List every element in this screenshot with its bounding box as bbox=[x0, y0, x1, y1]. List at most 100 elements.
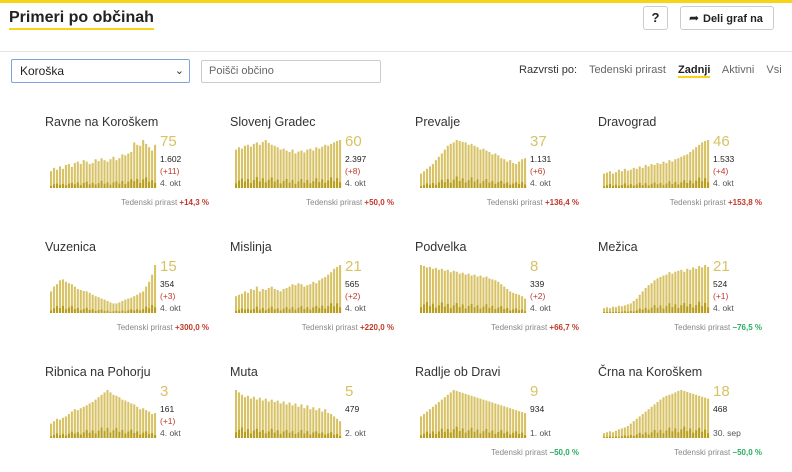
sparkline-new-cases-bar bbox=[605, 311, 609, 313]
sparkline-new-cases-bar bbox=[294, 309, 297, 313]
sparkline-new-cases-bar bbox=[632, 185, 635, 188]
municipality-card[interactable]: Podvelka 8 339 (+2) 4. okt Tedenski prirast +… bbox=[415, 240, 595, 355]
sparkline-new-cases-bar bbox=[79, 310, 82, 313]
sparkline-new-cases-bar bbox=[300, 306, 303, 313]
sparkline-new-cases-bar bbox=[288, 309, 291, 313]
sort-option-weekly[interactable]: Tedenski prirast bbox=[589, 64, 666, 76]
sparkline-bar bbox=[235, 149, 238, 188]
sparkline-new-cases-bar bbox=[668, 427, 671, 438]
weekly-growth-label: Tedenski prirast bbox=[306, 198, 363, 207]
municipality-card[interactable]: Ribnica na Pohorju 3 161 (+1) 4. okt bbox=[45, 365, 225, 472]
sparkline-new-cases-bar bbox=[644, 307, 647, 313]
sparkline-new-cases-bar bbox=[55, 306, 59, 313]
sparkline-new-cases-bar bbox=[267, 431, 270, 438]
municipality-card[interactable]: Prevalje 37 1.131 (+6) 4. okt Tedenski priras… bbox=[415, 115, 595, 230]
region-select[interactable]: Koroška ⌄ bbox=[11, 59, 190, 83]
sparkline-bar bbox=[273, 289, 276, 313]
sparkline-new-cases-bar bbox=[249, 310, 252, 313]
municipality-card[interactable]: Črna na Koroškem 18 468 30. sep Tedenski pri… bbox=[598, 365, 778, 472]
sparkline-bar bbox=[420, 265, 423, 313]
sparkline-new-cases-bar bbox=[650, 183, 653, 188]
municipality-card[interactable]: Muta 5 479 2. okt bbox=[230, 365, 410, 472]
municipality-name: Ravne na Koroškem bbox=[45, 115, 159, 129]
sparkline-new-cases-bar bbox=[264, 310, 267, 313]
sparkline-new-cases-bar bbox=[446, 428, 449, 438]
sort-option-all[interactable]: Vsi bbox=[766, 64, 781, 76]
sparkline-new-cases-bar bbox=[67, 433, 70, 438]
sparkline-new-cases-bar bbox=[695, 430, 698, 438]
last-update-date: 4. okt bbox=[713, 178, 734, 188]
municipality-card[interactable]: Ravne na Koroškem 75 1.602 (+11) 4. okt Teden… bbox=[45, 115, 225, 230]
share-button[interactable]: ➦ Deli graf na bbox=[680, 6, 774, 30]
sparkline-new-cases-bar bbox=[127, 431, 130, 438]
municipality-card[interactable]: Dravograd 46 1.533 (+4) 4. okt Tedenski prira… bbox=[598, 115, 778, 230]
weekly-growth: Tedenski prirast +14,3 % bbox=[81, 198, 209, 207]
sparkline-new-cases-bar bbox=[136, 178, 139, 188]
municipality-search-input[interactable]: Poišči občino bbox=[201, 60, 381, 83]
weekly-growth-label: Tedenski prirast bbox=[491, 448, 548, 457]
municipality-card[interactable]: Radlje ob Dravi 9 934 1. okt Tedenski priras… bbox=[415, 365, 595, 472]
sparkline-new-cases-bar bbox=[312, 181, 315, 188]
sparkline-new-cases-bar bbox=[267, 308, 270, 313]
municipality-name: Črna na Koroškem bbox=[598, 365, 703, 379]
sparkline-new-cases-bar bbox=[686, 431, 689, 438]
sparkline-new-cases-bar bbox=[52, 434, 56, 438]
sparkline-new-cases-bar bbox=[662, 184, 665, 188]
sparkline-new-cases-bar bbox=[273, 181, 276, 188]
sparkline-bar bbox=[647, 409, 650, 438]
sparkline-new-cases-bar bbox=[641, 309, 644, 313]
weekly-growth-value: +50,0 % bbox=[364, 198, 394, 207]
sparkline-new-cases-bar bbox=[707, 433, 710, 438]
sparkline-new-cases-bar bbox=[121, 310, 124, 313]
sparkline-new-cases-bar bbox=[620, 184, 623, 188]
sparkline-new-cases-bar bbox=[455, 176, 458, 188]
last-update-date: 4. okt bbox=[160, 178, 181, 188]
sparkline-new-cases-bar bbox=[121, 180, 124, 188]
municipality-card[interactable]: Vuzenica 15 354 (+3) 4. okt Tedenski prirast … bbox=[45, 240, 225, 355]
sparkline-new-cases-bar bbox=[82, 182, 85, 188]
sparkline-new-cases-bar bbox=[698, 427, 701, 438]
sparkline-new-cases-bar bbox=[521, 309, 524, 313]
municipality-card[interactable]: Mežica 21 524 (+1) 4. okt Tedenski prirast −7… bbox=[598, 240, 778, 355]
sparkline-bar bbox=[88, 164, 91, 188]
municipality-card[interactable]: Mislinja 21 565 (+2) 4. okt Tedenski prirast … bbox=[230, 240, 410, 355]
total-cases-value: 468 bbox=[713, 404, 728, 414]
weekly-growth: Tedenski prirast −50,0 % bbox=[634, 448, 762, 457]
sparkline-bar bbox=[339, 265, 342, 313]
sparkline-new-cases-bar bbox=[431, 431, 434, 438]
sort-option-active[interactable]: Aktivni bbox=[722, 64, 754, 76]
sparkline-new-cases-bar bbox=[683, 180, 686, 188]
sparkline-new-cases-bar bbox=[698, 177, 701, 188]
sparkline-bar bbox=[686, 391, 689, 438]
sparkline-new-cases-bar bbox=[494, 433, 497, 438]
sparkline-new-cases-bar bbox=[605, 436, 609, 438]
sparkline-new-cases-bar bbox=[509, 310, 512, 313]
sparkline-new-cases-bar bbox=[482, 306, 485, 313]
sparkline-new-cases-bar bbox=[620, 311, 623, 313]
help-button[interactable]: ? bbox=[643, 6, 668, 30]
sparkline-bar bbox=[449, 392, 452, 438]
sort-option-latest[interactable]: Zadnji bbox=[678, 64, 711, 78]
sparkline-new-cases-bar bbox=[443, 306, 446, 313]
sparkline-new-cases-bar bbox=[611, 312, 614, 313]
sparkline-bar bbox=[479, 149, 482, 188]
sparkline-new-cases-bar bbox=[623, 311, 626, 313]
new-cases-delta: (+2) bbox=[345, 291, 361, 301]
sparkline-new-cases-bar bbox=[97, 310, 100, 313]
sparkline-new-cases-bar bbox=[623, 183, 626, 188]
municipality-card[interactable]: Slovenj Gradec 60 2.397 (+8) 4. okt Tedenski … bbox=[230, 115, 410, 230]
active-cases-value: 21 bbox=[713, 258, 730, 275]
sparkline-new-cases-bar bbox=[485, 304, 488, 313]
sparkline-bar bbox=[707, 398, 710, 438]
sparkline-new-cases-bar bbox=[300, 429, 303, 438]
sparkline-new-cases-bar bbox=[479, 433, 482, 438]
sparkline-new-cases-bar bbox=[692, 432, 695, 438]
sparkline-bar bbox=[632, 167, 635, 188]
sparkline-new-cases-bar bbox=[626, 311, 629, 313]
new-cases-delta: (+8) bbox=[345, 166, 361, 176]
total-cases-value: 2.397 bbox=[345, 154, 367, 164]
sparkline-new-cases-bar bbox=[632, 311, 635, 313]
sparkline-bar bbox=[677, 390, 680, 438]
active-cases-sparkline bbox=[603, 390, 710, 438]
sparkline-new-cases-bar bbox=[503, 433, 506, 438]
